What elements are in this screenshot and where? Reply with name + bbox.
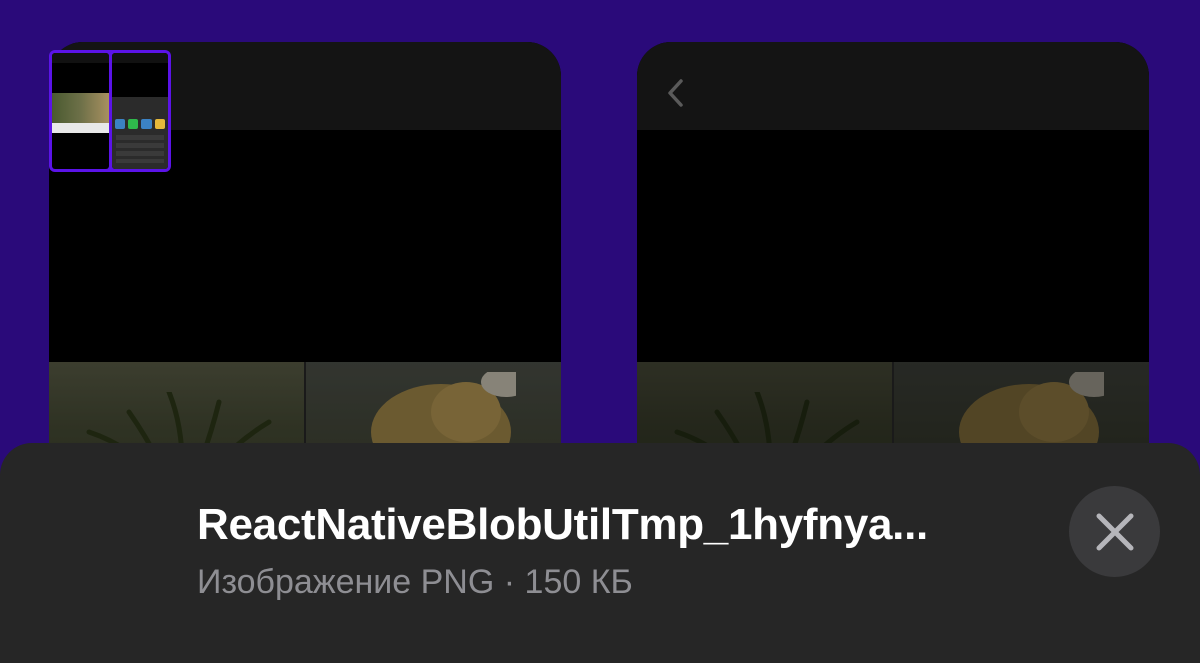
thumbnail-pane-left (52, 53, 109, 169)
preview-header (637, 42, 1149, 130)
close-icon (1096, 513, 1133, 550)
preview-video-area (637, 130, 1149, 362)
file-name: ReactNativeBlobUtilTmp_1hyfnya... (197, 500, 928, 549)
meta-separator: · (503, 563, 516, 601)
chevron-left-icon (668, 79, 683, 107)
preview-screenshot-right (637, 42, 1149, 512)
share-sheet (0, 443, 1200, 663)
file-type: Изображение PNG (197, 563, 495, 601)
file-meta: Изображение PNG · 150 КБ (197, 563, 633, 602)
file-thumbnail (49, 50, 171, 172)
file-size: 150 КБ (524, 563, 633, 601)
close-button[interactable] (1069, 486, 1160, 577)
thumbnail-pane-right (111, 53, 168, 169)
